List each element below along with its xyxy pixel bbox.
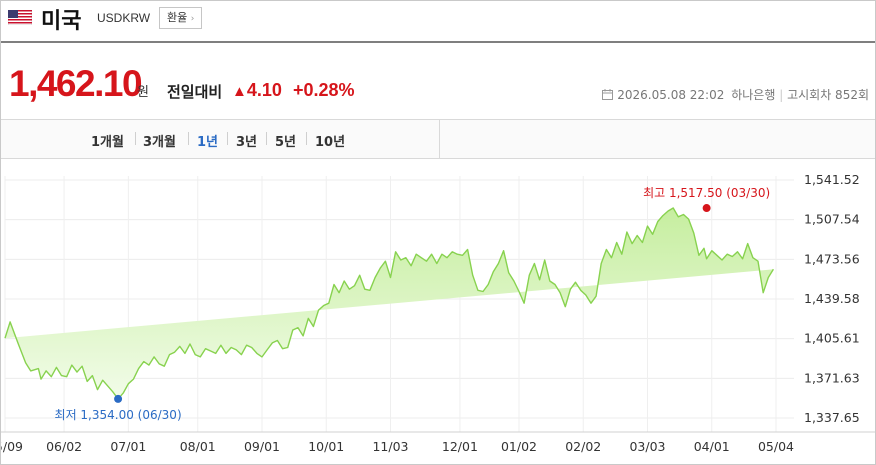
quote-meta: 2026.05.08 22:02 하나은행 | 고시회차 852회 <box>602 86 869 103</box>
x-tick-label: 12/01 <box>442 439 478 454</box>
x-tick-label: 07/01 <box>110 439 146 454</box>
header: 미국 USDKRW 환율 › <box>1 1 875 43</box>
price-change-percent: +0.28% <box>293 80 355 100</box>
price-unit: 원 <box>137 85 149 100</box>
tab-separator <box>266 132 267 145</box>
tab-separator <box>306 132 307 145</box>
compare-label: 전일대비 <box>167 83 223 101</box>
y-tick-label: 1,337.65 <box>804 410 860 425</box>
x-tick-label: 08/01 <box>180 439 216 454</box>
quote-notice: 고시회차 852회 <box>787 88 869 102</box>
price-change: ▲4.10 <box>232 80 282 101</box>
y-tick-label: 1,371.63 <box>804 370 860 385</box>
x-tick-label: 05/09 <box>1 439 23 454</box>
x-tick-label: 06/02 <box>46 439 82 454</box>
series-area <box>5 208 774 399</box>
tab-1-year[interactable]: 1년 <box>197 131 218 150</box>
x-tick-label: 02/02 <box>565 439 601 454</box>
tab-separator <box>135 132 136 145</box>
low-point-label: 최저 1,354.00 (06/30) <box>55 408 182 422</box>
tab-separator <box>188 132 189 145</box>
current-price: 1,462.10 <box>9 63 143 104</box>
x-tick-label: 09/01 <box>244 439 280 454</box>
quote-bank: 하나은행 <box>731 88 776 102</box>
us-flag-icon <box>8 10 32 25</box>
x-tick-label: 04/01 <box>694 439 730 454</box>
exchange-rate-chart: 1,541.52 1,507.54 1,473.56 1,439.58 1,405.61… <box>1 172 875 454</box>
exchange-rate-button-label: 환율 <box>167 11 188 24</box>
country-name: 미국 <box>41 9 82 34</box>
tab-3-months[interactable]: 3개월 <box>143 131 176 150</box>
low-point-marker <box>114 394 123 403</box>
exchange-rate-widget: 미국 USDKRW 환율 › 1,462.10 원 전일대비 ▲4.10 +0.… <box>0 0 876 465</box>
quote-timestamp: 2026.05.08 22:02 <box>617 88 725 102</box>
tab-5-years[interactable]: 5년 <box>275 131 296 150</box>
y-tick-label: 1,541.52 <box>804 172 860 187</box>
high-point-marker <box>702 204 711 213</box>
x-tick-label: 03/03 <box>629 439 665 454</box>
x-tick-label: 01/02 <box>501 439 537 454</box>
y-tick-label: 1,473.56 <box>804 251 860 266</box>
currency-code: USDKRW <box>97 11 151 25</box>
tabs-divider <box>439 120 440 158</box>
calendar-icon <box>602 89 614 100</box>
y-tick-label: 1,439.58 <box>804 291 860 306</box>
price-change-value: 4.10 <box>246 80 282 100</box>
period-tabs: 1개월 3개월 1년 3년 5년 10년 <box>1 119 875 159</box>
tab-3-years[interactable]: 3년 <box>236 131 257 150</box>
exchange-rate-button[interactable]: 환율 › <box>159 7 203 29</box>
x-tick-label: 11/03 <box>372 439 408 454</box>
y-tick-label: 1,507.54 <box>804 212 860 227</box>
tab-1-month[interactable]: 1개월 <box>91 131 124 150</box>
chevron-right-icon: › <box>190 14 195 24</box>
high-point-label: 최고 1,517.50 (03/30) <box>643 186 770 200</box>
tab-separator <box>227 132 228 145</box>
up-triangle-icon: ▲ <box>232 83 247 100</box>
x-tick-label: 10/01 <box>308 439 344 454</box>
x-tick-label: 05/04 <box>758 439 794 454</box>
tab-10-years[interactable]: 10년 <box>315 131 345 150</box>
y-tick-label: 1,405.61 <box>804 331 860 346</box>
